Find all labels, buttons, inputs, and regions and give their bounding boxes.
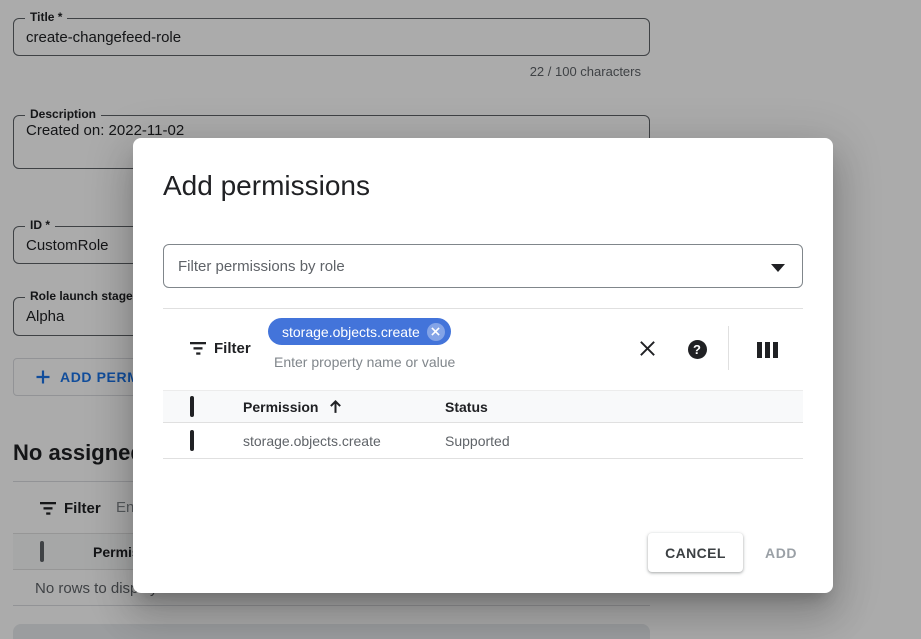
toolbar-divider xyxy=(163,308,803,309)
permission-cell: storage.objects.create xyxy=(243,423,381,458)
filter-permissions-by-role-select[interactable]: Filter permissions by role xyxy=(163,244,803,288)
row-checkbox[interactable] xyxy=(190,430,194,451)
status-cell: Supported xyxy=(445,423,510,458)
chip-remove-button[interactable] xyxy=(427,323,445,341)
add-permissions-dialog: Add permissions Filter permissions by ro… xyxy=(133,138,833,593)
help-icon: ? xyxy=(688,340,707,359)
help-button[interactable]: ? xyxy=(686,338,708,360)
dialog-title: Add permissions xyxy=(163,170,370,202)
cancel-button[interactable]: CANCEL xyxy=(648,533,743,572)
dialog-filter-input[interactable] xyxy=(274,354,524,370)
columns-icon xyxy=(757,342,778,358)
dialog-filter-label: Filter xyxy=(214,340,251,357)
permission-table-row[interactable]: storage.objects.create Supported xyxy=(163,423,803,459)
filter-chip-label: storage.objects.create xyxy=(282,324,420,340)
add-button[interactable]: ADD xyxy=(757,533,805,572)
column-display-options-button[interactable] xyxy=(756,339,778,361)
permission-column-header[interactable]: Permission xyxy=(243,391,318,422)
dialog-table-header: Permission Status xyxy=(163,390,803,423)
clear-filters-button[interactable] xyxy=(636,337,658,359)
dropdown-arrow-icon xyxy=(771,264,785,272)
role-select-placeholder: Filter permissions by role xyxy=(178,245,345,287)
status-column-header[interactable]: Status xyxy=(445,391,488,422)
filter-icon xyxy=(190,342,207,360)
sort-ascending-icon xyxy=(327,391,344,422)
select-all-checkbox[interactable] xyxy=(190,396,194,417)
filter-chip[interactable]: storage.objects.create xyxy=(268,318,451,345)
toolbar-vertical-divider xyxy=(728,326,729,370)
